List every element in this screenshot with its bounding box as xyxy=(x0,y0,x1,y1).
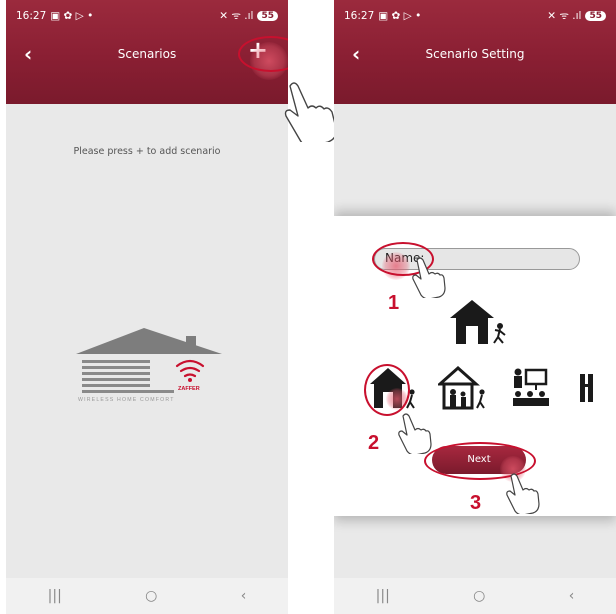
step-number: 1 xyxy=(388,292,400,314)
signal-icons: ✕ ᯤ .ıl xyxy=(547,10,582,22)
recent-apps-button[interactable]: ||| xyxy=(376,588,390,604)
empty-state-message: Please press + to add scenario xyxy=(73,146,221,157)
system-nav-bar: ||| ○ ‹ xyxy=(6,578,288,614)
app-header: 16:27 ▣ ✿ ▷ • ✕ ᯤ .ıl 55 ‹ Scenario Sett… xyxy=(334,0,616,104)
signal-icons: ✕ ᯤ .ıl xyxy=(219,10,254,22)
partial-scenario-icon[interactable] xyxy=(578,370,596,406)
battery-icon: 55 xyxy=(257,11,278,21)
meeting-icon[interactable] xyxy=(510,366,554,410)
hand-pointer-icon xyxy=(506,473,540,514)
hand-pointer-icon xyxy=(284,82,338,142)
system-back-button[interactable]: ‹ xyxy=(241,588,247,604)
logo-tagline: WIRELESS HOME COMFORT xyxy=(78,397,175,403)
status-bar: 16:27 ▣ ✿ ▷ • ✕ ᯤ .ıl 55 xyxy=(16,8,278,24)
system-back-button[interactable]: ‹ xyxy=(569,588,575,604)
hand-pointer-icon xyxy=(412,257,446,298)
annotation-circle xyxy=(364,364,410,416)
status-bar: 16:27 ▣ ✿ ▷ • ✕ ᯤ .ıl 55 xyxy=(344,8,606,24)
home-button[interactable]: ○ xyxy=(145,588,157,604)
page-title: Scenario Setting xyxy=(425,47,525,61)
system-nav-bar: ||| ○ ‹ xyxy=(334,578,616,614)
phone-screen-scenario-setting: 16:27 ▣ ✿ ▷ • ✕ ᯤ .ıl 55 ‹ Scenario Sett… xyxy=(334,0,616,614)
status-icons: ▣ ✿ ▷ • xyxy=(50,10,94,22)
home-button[interactable]: ○ xyxy=(473,588,485,604)
status-icons: ▣ ✿ ▷ • xyxy=(378,10,422,22)
hand-pointer-icon xyxy=(398,413,432,454)
selected-scenario-icon xyxy=(450,300,506,344)
logo-brand: ZAFFER xyxy=(178,386,200,392)
status-time: 16:27 xyxy=(344,10,375,22)
family-home-icon[interactable] xyxy=(438,366,490,410)
step-number: 3 xyxy=(470,492,482,514)
zaffer-logo: ZAFFER WIRELESS HOME COMFORT xyxy=(76,328,222,403)
phone-screen-scenarios: 16:27 ▣ ✿ ▷ • ✕ ᯤ .ıl 55 ‹ Scenarios + P… xyxy=(6,0,288,614)
battery-icon: 55 xyxy=(585,11,606,21)
status-time: 16:27 xyxy=(16,10,47,22)
recent-apps-button[interactable]: ||| xyxy=(48,588,62,604)
scenario-setting-dialog: Name: xyxy=(334,216,616,516)
step-number: 2 xyxy=(368,432,380,454)
